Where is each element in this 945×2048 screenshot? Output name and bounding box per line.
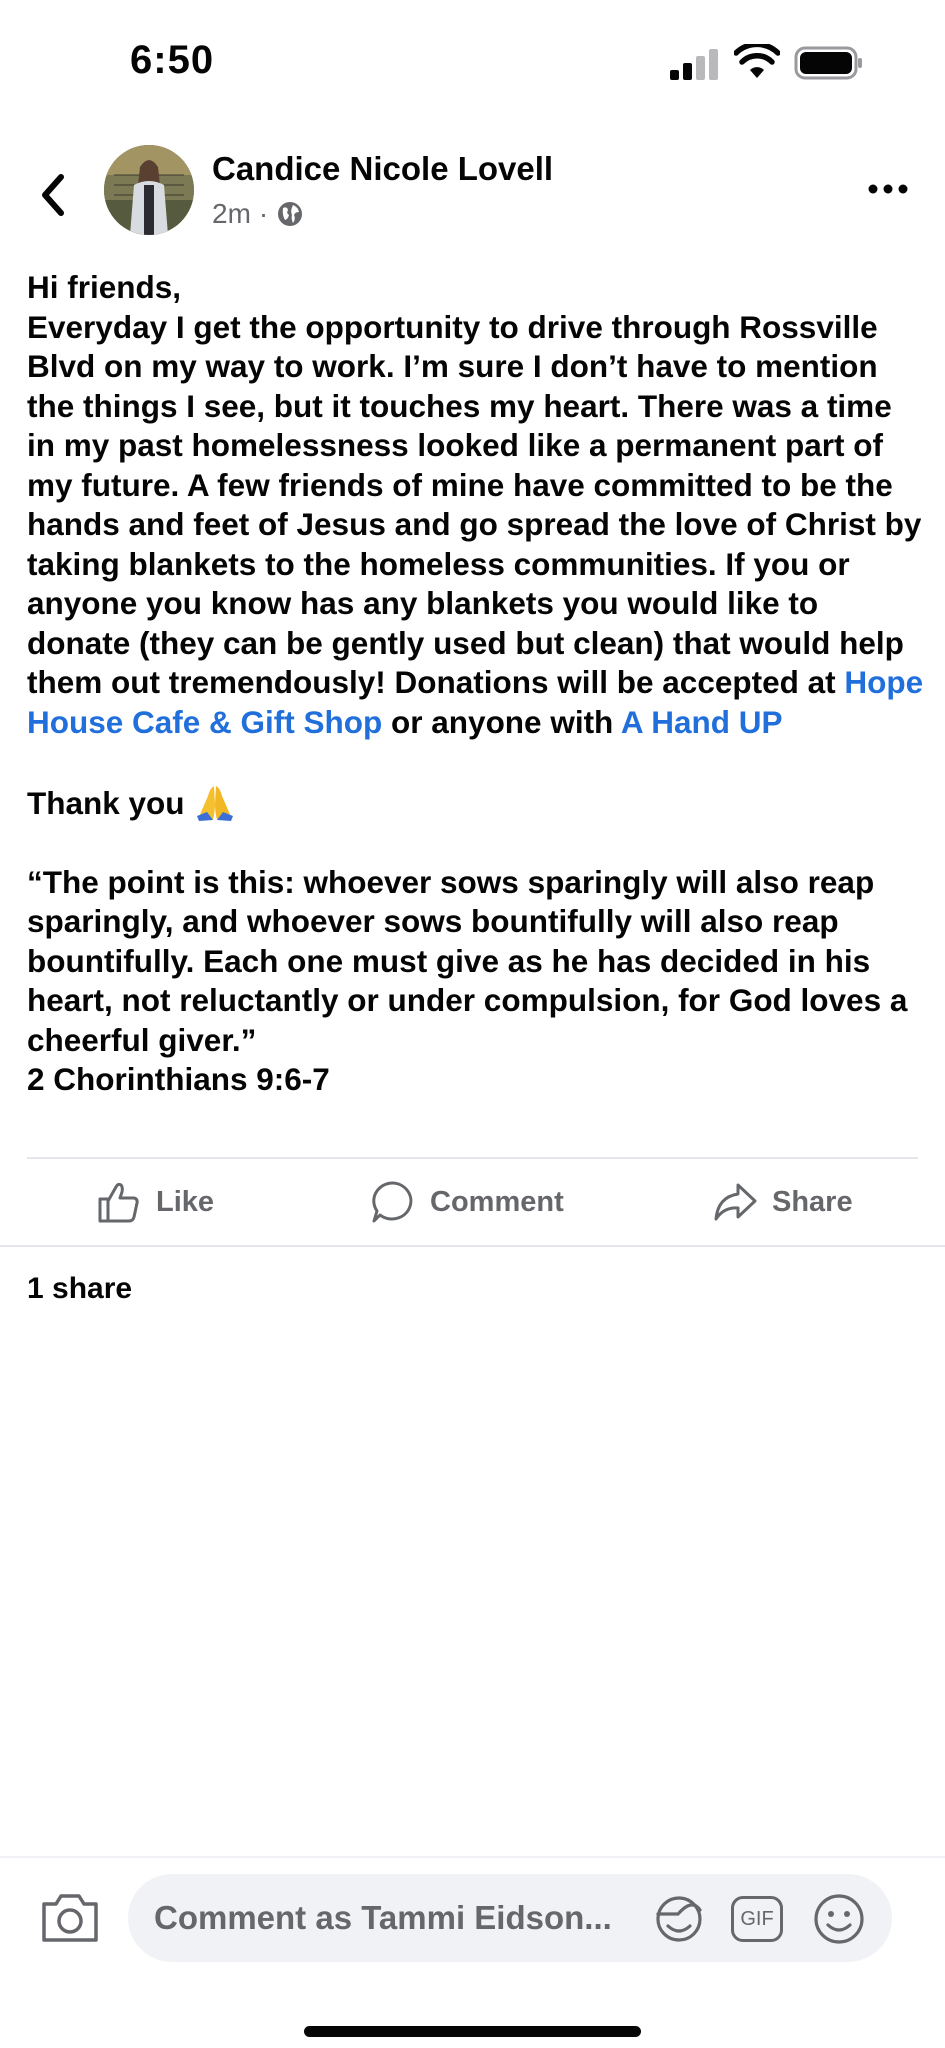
post-paragraph-text: Everyday I get the opportunity to drive … — [27, 308, 931, 701]
author-name[interactable]: Candice Nicole Lovell — [212, 150, 553, 188]
back-button[interactable] — [30, 165, 74, 225]
chevron-left-icon — [42, 174, 64, 216]
folded-hands-emoji — [197, 785, 234, 821]
more-options-button[interactable] — [863, 174, 913, 204]
bible-quote: “The point is this: whoever sows sparing… — [27, 863, 917, 1058]
camera-icon — [42, 1894, 98, 1942]
gif-button[interactable]: GIF — [730, 1892, 784, 1946]
meta-separator: · — [258, 198, 269, 229]
share-button[interactable]: Share — [712, 1174, 853, 1230]
post-middle-text: or anyone with — [382, 703, 621, 740]
bible-reference: 2 Chorinthians 9:6-7 — [27, 1061, 330, 1097]
comment-button[interactable]: Comment — [370, 1174, 564, 1230]
thanks-text: Thank you — [27, 784, 194, 821]
share-label: Share — [772, 1185, 853, 1218]
comment-bubble-icon — [372, 1181, 413, 1223]
actions-bottom-divider — [0, 1245, 945, 1247]
author-avatar[interactable] — [104, 145, 194, 235]
home-indicator[interactable] — [304, 2026, 641, 2037]
sticker-icon[interactable] — [652, 1892, 706, 1946]
gif-icon: GIF — [731, 1896, 783, 1942]
actions-top-divider — [27, 1157, 918, 1159]
comment-input[interactable] — [154, 1874, 674, 1962]
a-hand-up-link[interactable]: A Hand UP — [621, 704, 783, 740]
like-button[interactable]: Like — [96, 1174, 214, 1230]
post-greeting: Hi friends, — [27, 269, 182, 305]
cellular-signal-icon — [670, 49, 718, 80]
thumbs-up-icon — [98, 1182, 139, 1223]
post-meta: 2m · — [212, 198, 304, 230]
post-actions-bar: Like Comment Share — [0, 1162, 945, 1242]
avatar-photo — [104, 145, 194, 235]
like-label: Like — [156, 1185, 215, 1218]
status-bar: 6:50 — [0, 0, 945, 120]
post-thanks: Thank you — [27, 782, 927, 824]
comment-composer: GIF — [0, 1856, 945, 2048]
emoji-icon[interactable] — [812, 1892, 866, 1946]
post-body: Hi friends, Everyday I get the opportuni… — [27, 268, 927, 1100]
post-paragraph: Everyday I get the opportunity to drive … — [27, 308, 927, 743]
more-horizontal-icon — [868, 184, 908, 194]
status-time: 6:50 — [130, 38, 215, 82]
comment-label: Comment — [430, 1185, 564, 1218]
post-header: Candice Nicole Lovell 2m · — [0, 140, 945, 250]
battery-icon — [794, 46, 862, 80]
share-arrow-icon — [714, 1183, 757, 1221]
share-count[interactable]: 1 share — [27, 1272, 132, 1306]
globe-icon — [278, 202, 303, 226]
comment-box: GIF — [128, 1874, 892, 1962]
camera-button[interactable] — [40, 1890, 100, 1946]
post-timestamp[interactable]: 2m — [212, 198, 251, 230]
wifi-icon — [734, 44, 780, 78]
